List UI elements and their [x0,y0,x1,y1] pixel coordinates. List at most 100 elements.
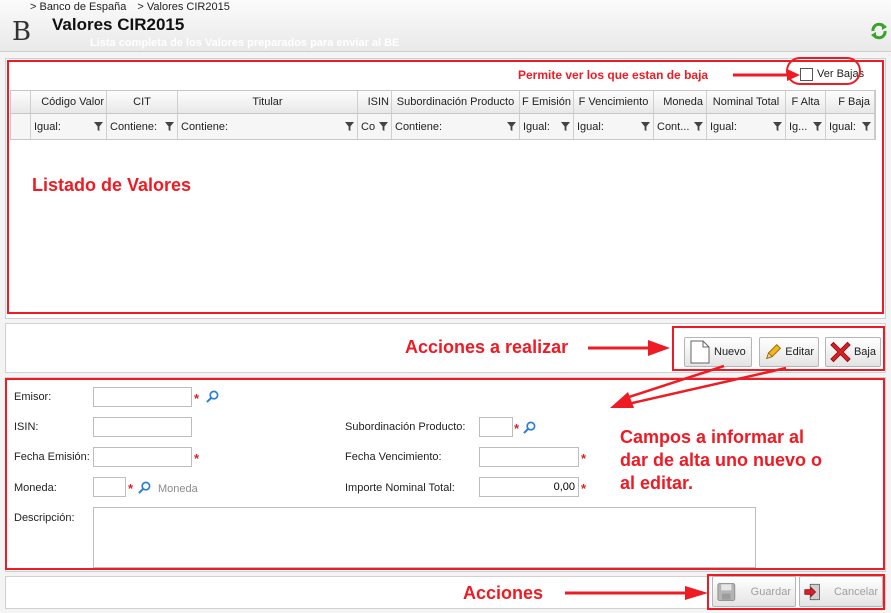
filter-cit[interactable]: Contiene: [107,114,178,139]
cancel-button[interactable]: Cancelar [799,576,883,607]
ver-bajas-checkbox[interactable] [800,68,813,81]
descripcion-label: Descripción: [14,512,75,524]
moneda-description-hint: Moneda [158,483,198,495]
grid-selector-header [11,91,31,113]
isin-input[interactable] [93,417,192,437]
column-header-titular[interactable]: Titular [178,91,358,113]
filter-isin-label: Co [361,120,376,133]
filter-subordinacion-label: Contiene: [395,120,443,133]
fecha-vencimiento-label: Fecha Vencimiento: [345,451,442,463]
fecha-vencimiento-required-mark: * [581,451,587,466]
annotation-campos-line1: Campos a informar al [620,427,805,447]
filter-f-vencimiento[interactable]: Igual: [574,114,654,139]
save-button[interactable]: Guardar [712,576,796,607]
filter-moneda-label: Cont... [657,120,690,133]
column-header-moneda[interactable]: Moneda [654,91,707,113]
annotation-arrows-to-form [610,364,787,408]
moneda-required-mark: * [128,481,134,496]
subordinacion-label: Subordinación Producto: [345,421,466,433]
column-header-subordinacion[interactable]: Subordinación Producto [392,91,520,113]
filter-funnel-icon[interactable] [507,122,516,131]
refresh-icon[interactable] [870,22,888,40]
delete-button[interactable]: Baja [825,337,881,367]
filter-nominal-total[interactable]: Igual: [707,114,786,139]
breadcrumb: > Banco de España > Valores CIR2015 [30,1,238,13]
grid-filter-row: Igual: Contiene: Contiene: Co Contiene: … [10,114,876,140]
fecha-emision-required-mark: * [194,451,200,466]
filter-titular[interactable]: Contiene: [178,114,358,139]
column-header-cit[interactable]: CIT [107,91,178,113]
filter-funnel-icon[interactable] [165,122,174,131]
bde-logo-icon: B [12,17,32,47]
annotation-arrow-ver-bajas [733,69,800,81]
column-header-codigo-valor[interactable]: Código Valor [31,91,107,113]
importe-nominal-label: Importe Nominal Total: [345,482,455,494]
filter-isin[interactable]: Co [358,114,392,139]
ver-bajas-label[interactable]: Ver Bajas [817,68,864,80]
column-header-f-emision[interactable]: F Emisión [520,91,574,113]
filter-f-emision-label: Igual: [523,120,550,133]
moneda-input[interactable] [93,477,126,497]
filter-funnel-icon[interactable] [561,122,570,131]
filter-funnel-icon[interactable] [345,122,354,131]
filter-f-emision[interactable]: Igual: [520,114,574,139]
filter-funnel-icon[interactable] [813,122,822,131]
app-header: > Banco de España > Valores CIR2015 B Va… [0,0,891,52]
emisor-input[interactable] [93,387,192,407]
delete-x-icon [830,341,851,363]
annotation-listado: Listado de Valores [32,175,192,195]
emisor-lookup-search-icon[interactable] [206,390,219,403]
filter-subordinacion[interactable]: Contiene: [392,114,520,139]
descripcion-textarea[interactable] [93,507,756,568]
filter-f-baja[interactable]: Igual: [826,114,875,139]
annotation-acciones: Acciones [463,583,544,603]
filter-nominal-total-label: Igual: [710,120,737,133]
isin-label: ISIN: [14,421,39,433]
cancel-button-label: Cancelar [833,585,878,598]
filter-cit-label: Contiene: [110,120,158,133]
column-header-f-vencimiento[interactable]: F Vencimiento [574,91,654,113]
filter-funnel-icon[interactable] [694,122,703,131]
emisor-label: Emisor: [14,391,52,403]
pencil-icon [766,344,782,360]
column-header-f-alta[interactable]: F Alta [786,91,826,113]
filter-funnel-icon[interactable] [773,122,782,131]
filter-codigo-valor-label: Igual: [34,120,61,133]
filter-funnel-icon[interactable] [641,122,650,131]
floppy-disk-icon [717,582,736,601]
annotation-arrow-acciones [565,586,708,600]
annotation-acciones-realizar: Acciones a realizar [405,337,569,357]
fecha-vencimiento-input[interactable] [479,447,579,467]
column-header-nominal-total[interactable]: Nominal Total [707,91,786,113]
annotation-campos-line2: dar de alta uno nuevo o [620,450,823,470]
filter-f-baja-label: Igual: [829,120,856,133]
filter-f-vencimiento-label: Igual: [577,120,604,133]
importe-nominal-required-mark: * [581,481,587,496]
breadcrumb-item-banco[interactable]: > Banco de España [30,1,126,13]
new-button-label: Nuevo [714,346,746,358]
subordinacion-input[interactable] [479,417,513,437]
delete-button-label: Baja [853,346,876,358]
grid-header-row: Código Valor CIT Titular ISIN Subordinac… [10,90,876,114]
save-button-label: Guardar [750,585,791,598]
page-subtitle: Lista completa de los Valores preparados… [90,37,400,49]
subordinacion-required-mark: * [514,421,520,436]
annotation-arrow-acciones-realizar [588,340,670,356]
breadcrumb-item-valores[interactable]: > Valores CIR2015 [137,1,229,13]
fecha-emision-input[interactable] [93,447,192,467]
filter-funnel-icon[interactable] [862,122,871,131]
moneda-lookup-search-icon[interactable] [138,481,151,494]
filter-moneda[interactable]: Cont... [654,114,707,139]
filter-funnel-icon[interactable] [94,122,103,131]
importe-nominal-input[interactable] [479,477,579,497]
filter-f-alta[interactable]: Ig... [786,114,826,139]
annotation-campos-line3: al editar. [620,473,694,493]
emisor-required-mark: * [194,391,200,406]
subordinacion-lookup-search-icon[interactable] [523,421,536,434]
exit-door-icon [804,583,820,600]
fecha-emision-label: Fecha Emisión: [14,451,90,463]
filter-funnel-icon[interactable] [379,122,388,131]
column-header-f-baja[interactable]: F Baja [826,91,875,113]
filter-codigo-valor[interactable]: Igual: [31,114,107,139]
column-header-isin[interactable]: ISIN [358,91,392,113]
